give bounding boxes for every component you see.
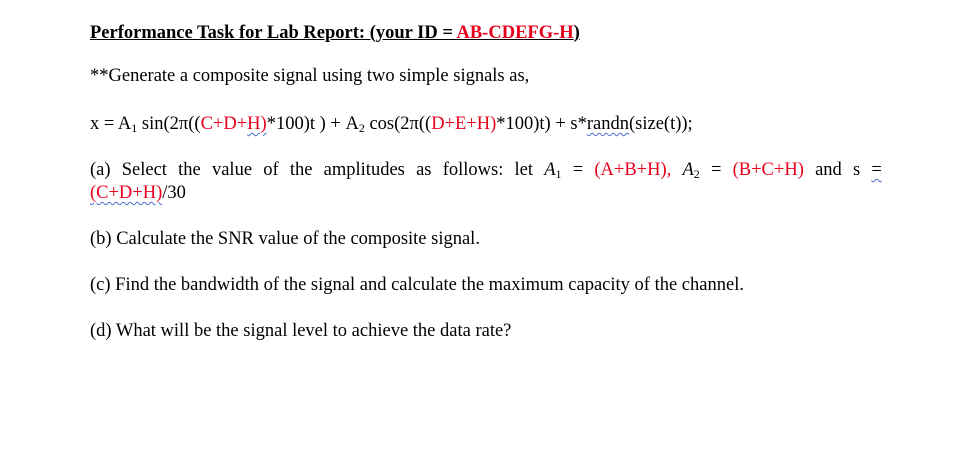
formula-function: randn [586,114,629,134]
intro-text: **Generate a composite signal using two … [90,66,530,86]
word: Select [121,160,167,180]
word: the [289,160,313,180]
title-suffix: ) [573,23,580,43]
formula-part: cos(2π(( [364,114,432,134]
signal-formula: x = A1 sin(2π((C+D+H)*100)t ) + A2 cos(2… [90,113,693,135]
part-a-line-1: (a) Select the value of the amplitudes a… [90,159,882,181]
symbol: A [682,160,694,180]
word: value [211,160,253,180]
word: (a) [90,160,111,180]
noise-coefficient-divisor: /30 [162,183,186,203]
symbol: s [852,160,861,180]
document-title: Performance Task for Lab Report: (your I… [90,22,580,44]
amplitude-a2-value: (B+C+H) [732,160,804,180]
symbol: A [544,160,556,180]
formula-part: x = A [90,114,132,134]
formula-part: *100)t ) + A [266,114,359,134]
equals: = [572,160,584,180]
formula-part: *100)t) + s* [496,114,587,134]
amplitude-a1-value: (A+B+H), [594,160,672,180]
word: and [815,160,842,180]
formula-highlight: H) [247,114,267,134]
formula-highlight: D+E+H) [431,114,497,134]
formula-part: sin(2π(( [137,114,201,134]
word: follows: [442,160,504,180]
part-a-line-2: (C+D+H)/30 [90,182,186,204]
equals: = [871,160,882,180]
word: as [416,160,432,180]
part-d: (d) What will be the signal level to ach… [90,321,512,341]
title-prefix: Performance Task for Lab Report: (your I… [90,23,457,43]
symbol-subscript: 1 [555,167,562,181]
equals: = [710,160,722,180]
amplitude-a1: A1 [544,159,561,181]
word: let [514,160,534,180]
word: amplitudes [323,160,405,180]
word: the [178,160,201,180]
part-b: (b) Calculate the SNR value of the compo… [90,229,480,249]
student-id: AB-CDEFG-H [456,23,574,43]
amplitude-a2: A2 [682,159,699,181]
noise-coefficient-value: (C+D+H) [90,183,163,203]
word: of [263,160,279,180]
formula-part: (size(t)); [628,114,693,134]
formula-highlight: C+D+ [200,114,248,134]
symbol-subscript: 2 [693,167,700,181]
part-c: (c) Find the bandwidth of the signal and… [90,275,744,295]
